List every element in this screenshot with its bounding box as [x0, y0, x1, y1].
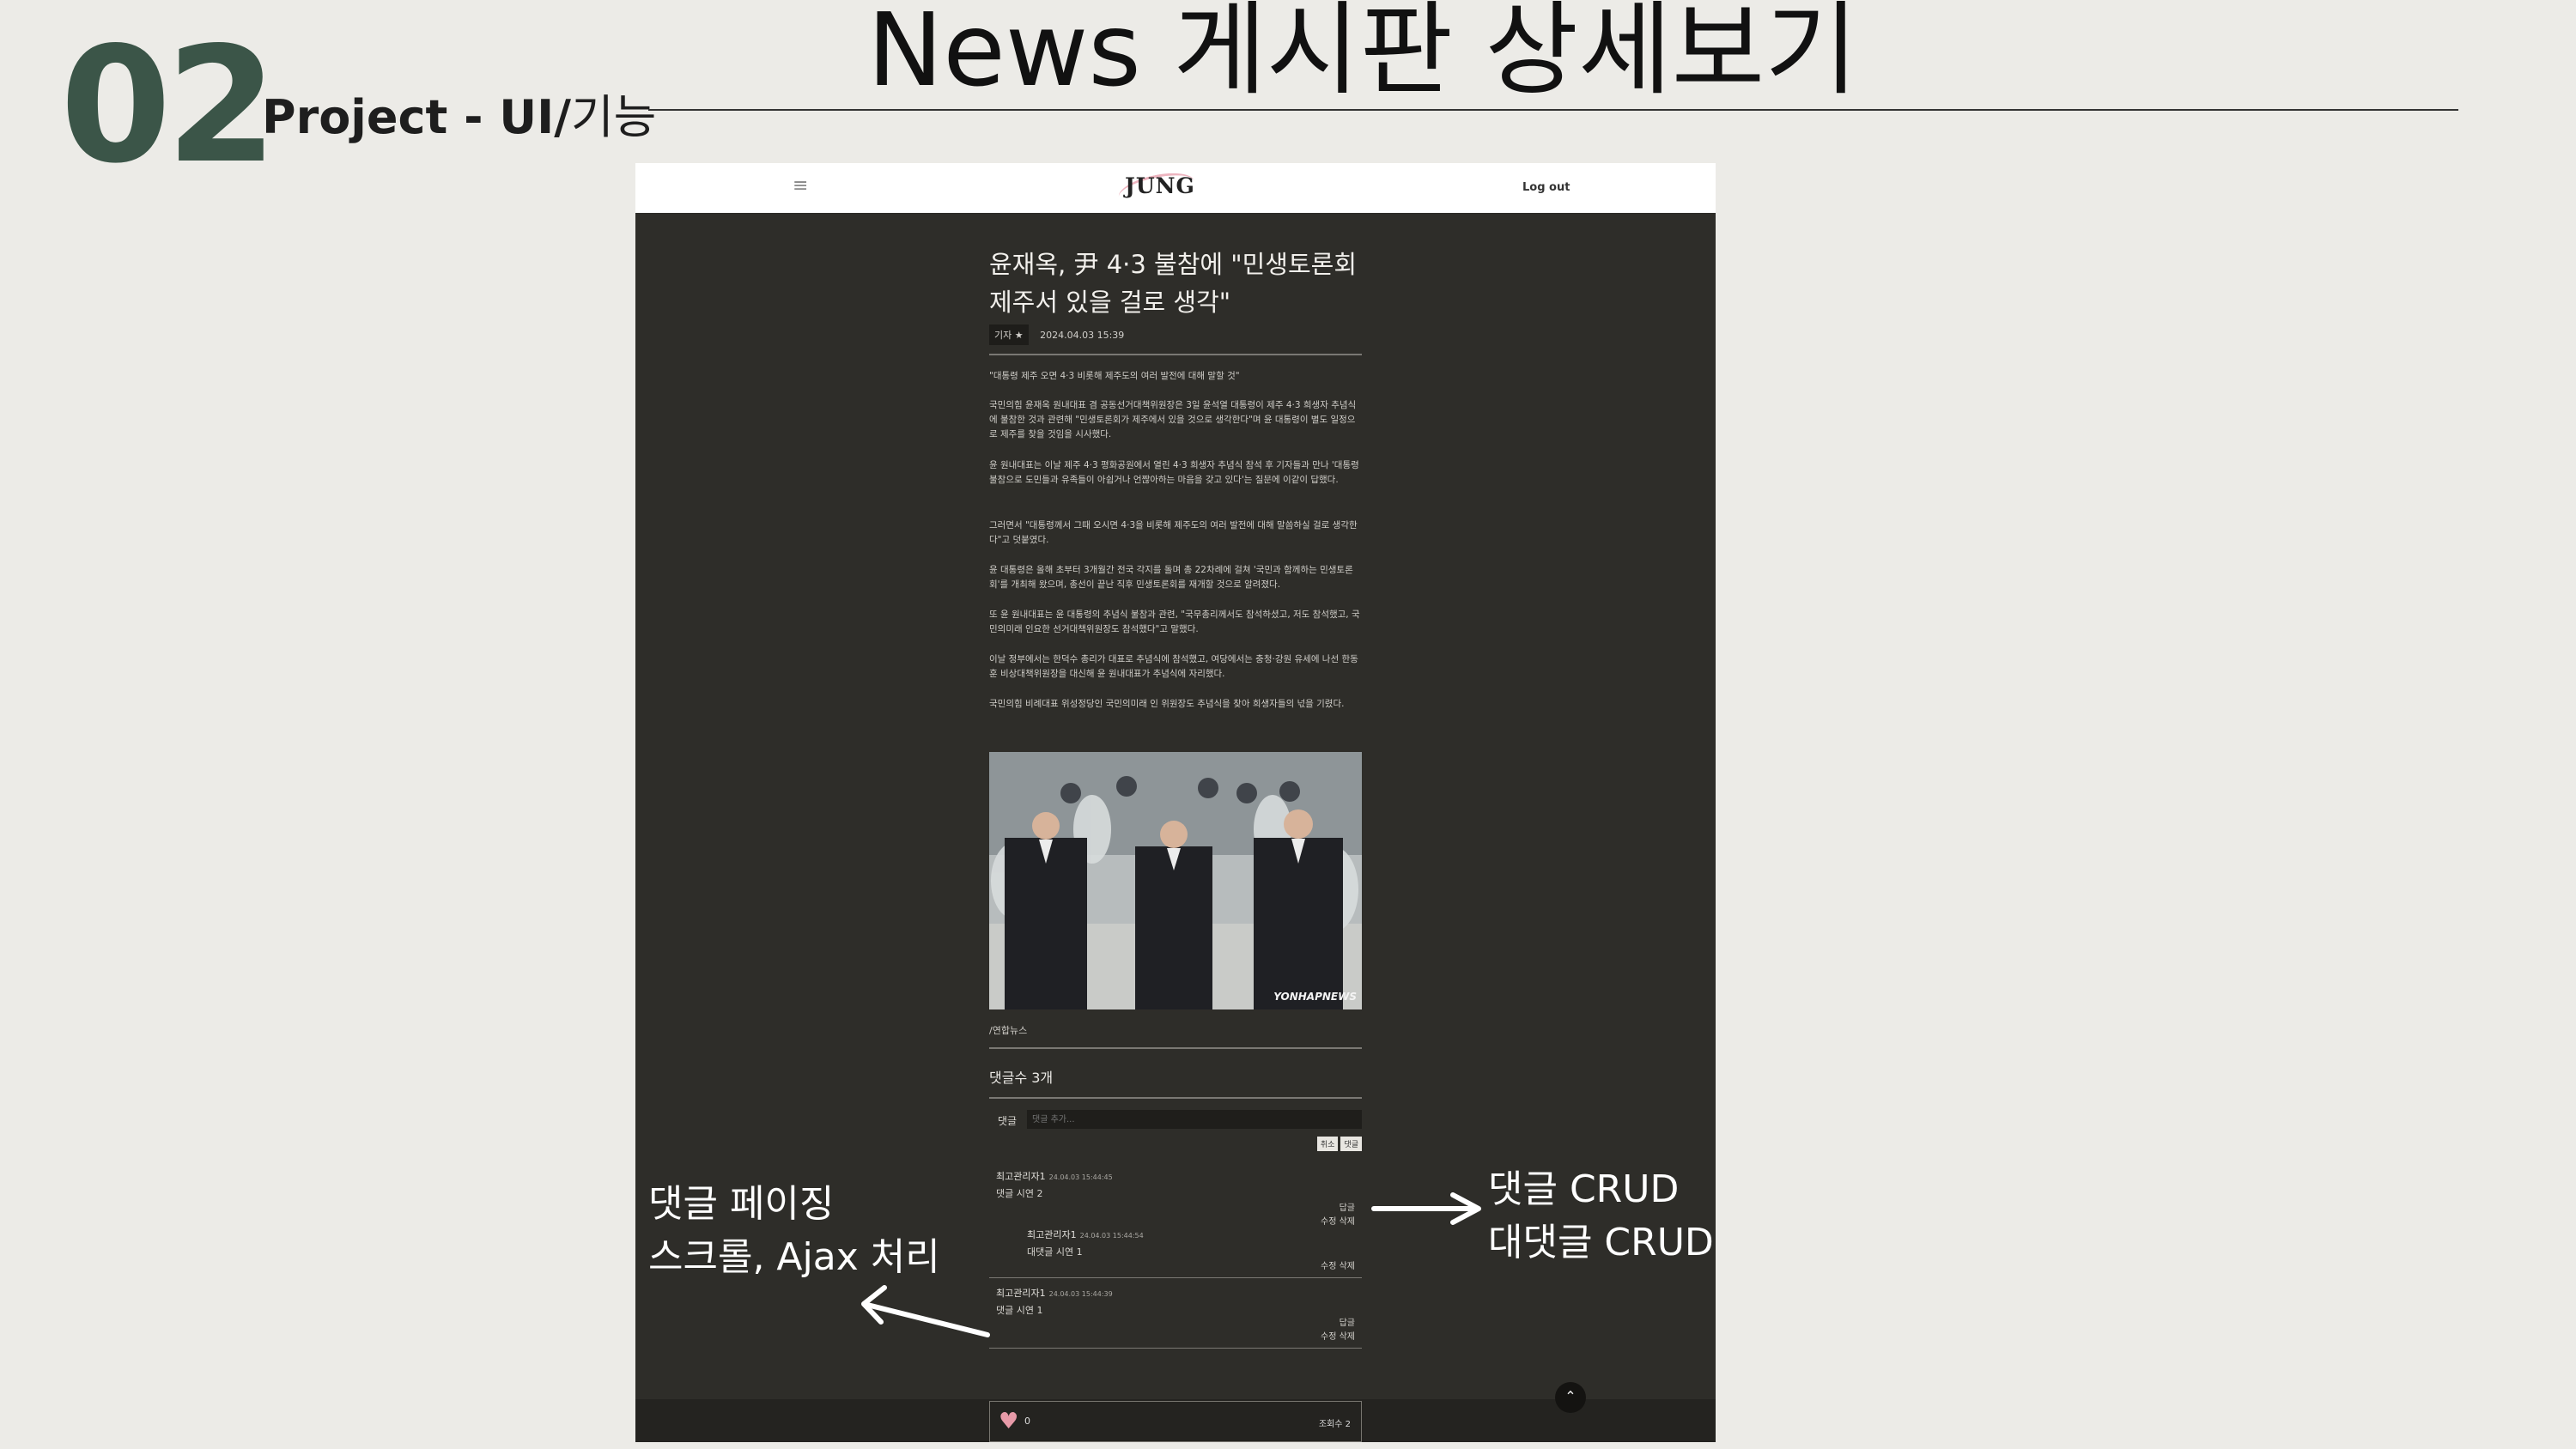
comment-separator: [989, 1348, 1362, 1349]
comment-cancel-button[interactable]: 취소: [1316, 1137, 1339, 1151]
article-paragraph: "대통령 제주 오면 4·3 비롯해 제주도의 여러 발전에 대해 말할 것": [989, 371, 1240, 381]
like-view-box: ♥ 0 조회수 2: [989, 1401, 1362, 1442]
annotation-left-line1: 댓글 페이징: [648, 1182, 835, 1226]
slide-subtitle-rest: 기능: [570, 90, 657, 144]
annotation-left-line2: 스크롤, Ajax 처리: [648, 1235, 940, 1279]
comment-author: 최고관리자1: [996, 1288, 1046, 1299]
comment-input[interactable]: [1027, 1110, 1362, 1129]
comment-item: 최고관리자1 24.04.03 15:44:45 댓글 시연 2: [996, 1169, 1113, 1200]
slide-title: News 게시판 상세보기: [867, 0, 1858, 109]
reply-author: 최고관리자1: [1027, 1229, 1077, 1240]
photo-credit: /연합뉴스: [989, 1025, 1028, 1036]
article-datetime: 2024.04.03 15:39: [1040, 330, 1125, 341]
comment-separator: [989, 1277, 1362, 1278]
scroll-top-icon[interactable]: ⌃: [1555, 1382, 1586, 1413]
slide-subtitle: Project - UI/기능: [262, 79, 656, 147]
logout-link[interactable]: Log out: [1522, 181, 1570, 194]
article-paragraph: 그러면서 "대통령께서 그때 오시면 4·3을 비롯해 제주도의 여러 발전에 …: [989, 520, 1358, 545]
annotation-right-line1: 댓글 CRUD: [1488, 1167, 1680, 1211]
comment-reply-link[interactable]: 답글: [1340, 1200, 1355, 1213]
comment-time: 24.04.03 15:44:45: [1048, 1173, 1113, 1181]
heart-icon[interactable]: ♥: [999, 1409, 1018, 1434]
site-logo[interactable]: JUNG: [1125, 173, 1195, 198]
hamburger-menu-icon[interactable]: ≡: [793, 175, 808, 197]
slide-subtitle-bold: Project - UI/: [262, 90, 571, 144]
comment-time: 24.04.03 15:44:39: [1048, 1290, 1113, 1298]
title-divider: [648, 109, 2458, 111]
article-paragraph: 윤 대통령은 올해 초부터 3개월간 전국 각지를 돌며 총 22차례에 걸쳐 …: [989, 565, 1353, 590]
article-photo: YONHAPNEWS: [989, 752, 1362, 1009]
annotation-right: 댓글 CRUD 대댓글 CRUD: [1488, 1163, 1714, 1270]
photo-divider: [989, 1047, 1362, 1049]
comment-item: 최고관리자1 24.04.03 15:44:39 댓글 시연 1: [996, 1286, 1113, 1317]
annotation-right-line2: 대댓글 CRUD: [1488, 1221, 1714, 1264]
article-meta: 기자 ★ 2024.04.03 15:39: [989, 324, 1124, 345]
reply-item: 최고관리자1 24.04.03 15:44:54 대댓글 시연 1: [1027, 1228, 1144, 1258]
headline-divider: [989, 354, 1362, 355]
article-photo-image: [989, 752, 1362, 1009]
like-count: 0: [1024, 1416, 1030, 1427]
article-paragraph: 국민의힘 윤재옥 원내대표 겸 공동선거대책위원장은 3일 윤석열 대통령이 제…: [989, 400, 1357, 440]
comment-text: 댓글 시연 1: [996, 1305, 1043, 1316]
article-paragraph: 또 윤 원내대표는 윤 대통령의 추념식 불참과 관련, "국무총리께서도 참석…: [989, 609, 1360, 634]
comment-divider: [989, 1097, 1362, 1099]
slide-number: 02: [60, 12, 277, 198]
comment-count: 댓글수 3개: [989, 1070, 1054, 1086]
article-headline: 윤재옥, 尹 4·3 불참에 "민생토론회 제주서 있을 걸로 생각": [989, 250, 1358, 317]
comment-reply-link[interactable]: 답글: [1340, 1315, 1355, 1328]
article-paragraph: 이날 정부에서는 한덕수 총리가 대표로 추념식에 참석했고, 여당에서는 충청…: [989, 654, 1358, 679]
article-paragraph: 국민의힘 비례대표 위성정당인 국민의미래 인 위원장도 추념식을 찾아 희생자…: [989, 699, 1345, 709]
reply-text: 대댓글 시연 1: [1027, 1246, 1083, 1258]
comment-edit-delete[interactable]: 수정 삭제: [1321, 1214, 1355, 1227]
comment-submit-button[interactable]: 댓글: [1340, 1137, 1362, 1151]
comment-text: 댓글 시연 2: [996, 1188, 1043, 1199]
annotation-left: 댓글 페이징 스크롤, Ajax 처리: [648, 1178, 940, 1284]
reporter-tag: 기자 ★: [989, 324, 1029, 345]
article-paragraph: 윤 원내대표는 이날 제주 4·3 평화공원에서 열린 4·3 희생자 추념식 …: [989, 460, 1359, 485]
reply-edit-delete[interactable]: 수정 삭제: [1321, 1258, 1355, 1271]
comment-edit-delete[interactable]: 수정 삭제: [1321, 1329, 1355, 1342]
view-count: 조회수 2: [1318, 1420, 1351, 1429]
app-header: ≡ JUNG Log out: [635, 163, 1716, 213]
photo-watermark: YONHAPNEWS: [1273, 991, 1357, 1003]
comment-author: 최고관리자1: [996, 1171, 1046, 1182]
reply-time: 24.04.03 15:44:54: [1079, 1232, 1144, 1240]
comment-buttons: 취소 댓글: [1315, 1134, 1362, 1151]
comment-input-label: 댓글: [998, 1115, 1018, 1127]
